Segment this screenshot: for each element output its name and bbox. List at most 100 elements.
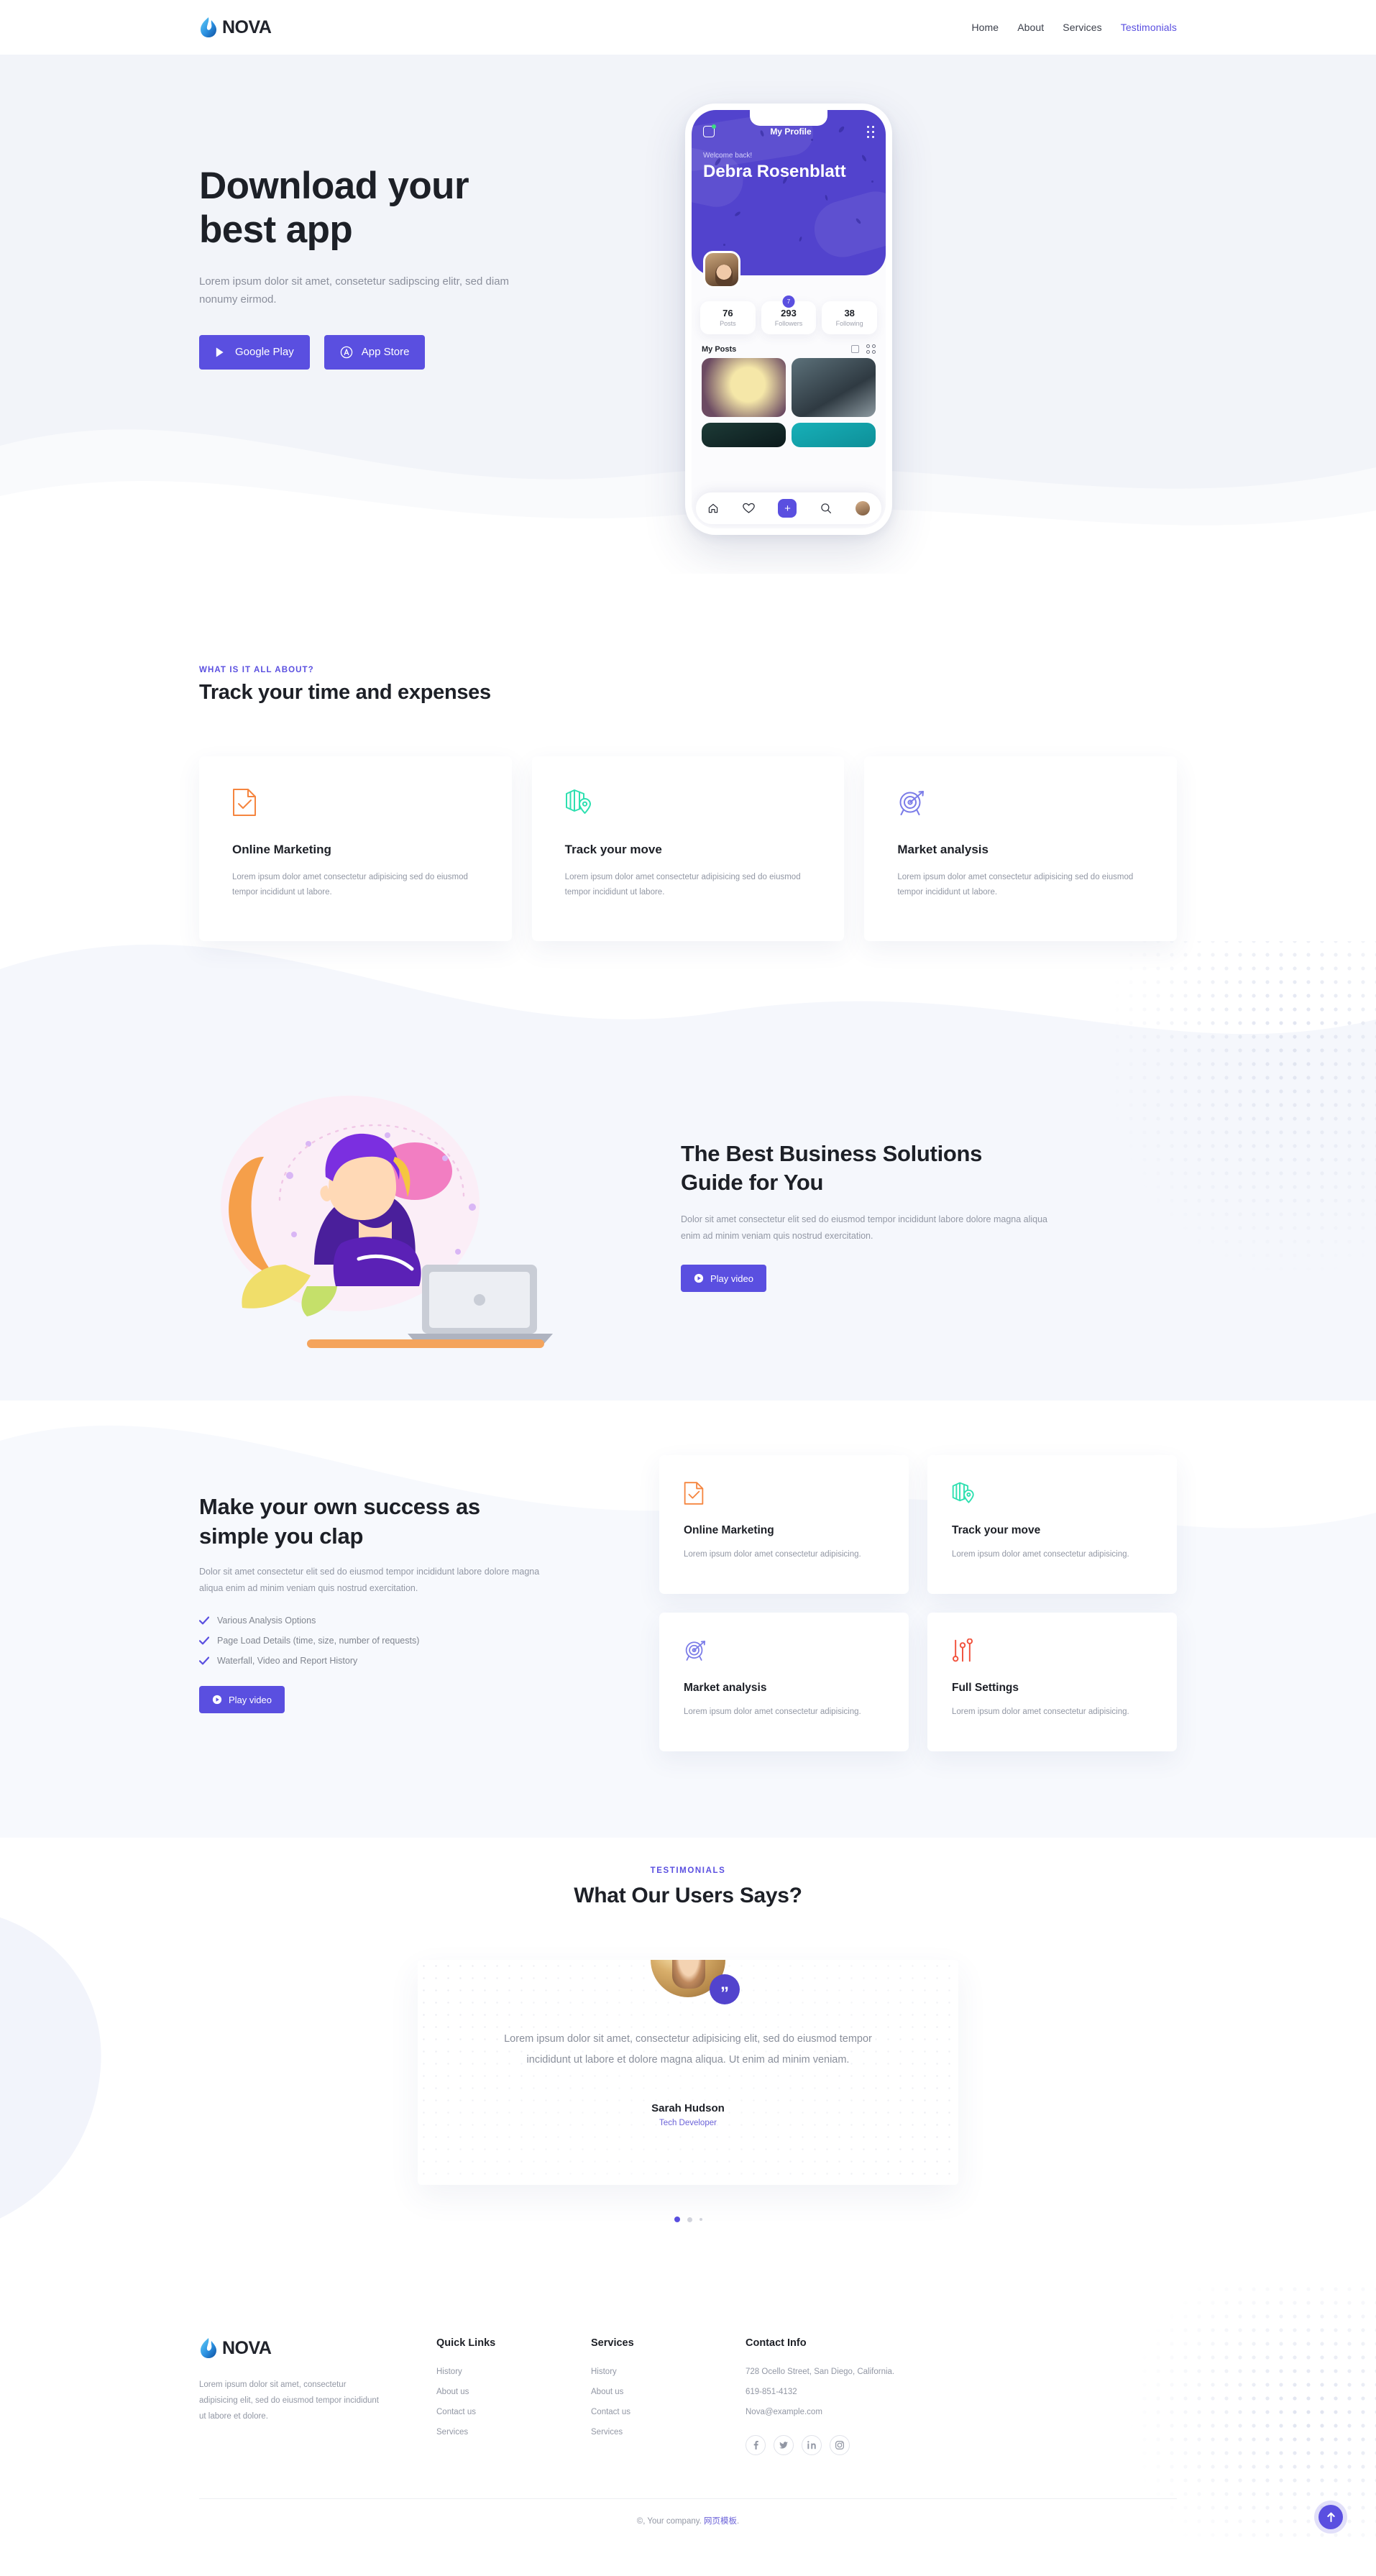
solutions-illustration — [199, 1049, 645, 1383]
about-card-track-your-move[interactable]: Track your move Lorem ipsum dolor amet c… — [531, 756, 845, 941]
plus-icon[interactable]: + — [778, 499, 797, 518]
search-icon[interactable] — [820, 503, 832, 514]
phone-photo-cockatiel[interactable] — [702, 358, 786, 417]
testimonials-section: TESTIMONIALS What Our Users Says? ” Lore… — [0, 1838, 1376, 2287]
brand-logo[interactable]: NOVA — [199, 17, 272, 38]
footer-service-services[interactable]: Services — [591, 2428, 746, 2437]
grid-view-icon[interactable] — [866, 344, 876, 354]
phone-user-avatar — [703, 251, 740, 288]
success-card-title: Online Marketing — [684, 1523, 774, 1536]
google-play-button[interactable]: Google Play — [199, 334, 310, 370]
phone-mockup: My Profile Welcome back! Debra Rosenblat… — [685, 104, 892, 535]
heart-icon[interactable] — [743, 503, 755, 514]
map-pin-icon-wrap — [565, 788, 812, 828]
success-cards: Online Marketing Lorem ipsum dolor amet … — [659, 1454, 1177, 1752]
phone-stat-posts-value: 76 — [723, 308, 733, 318]
carousel-dot-1-active[interactable] — [674, 2217, 680, 2223]
solutions-play-video-label: Play video — [710, 1273, 753, 1284]
footer-link-contact-us[interactable]: Contact us — [436, 2408, 591, 2416]
success-card-market-analysis[interactable]: Market analysis Lorem ipsum dolor amet c… — [659, 1612, 909, 1752]
target-arrow-icon — [685, 1640, 706, 1661]
testimonial-author-name: Sarah Hudson — [651, 2102, 725, 2115]
success-copy: Make your own success as simple you clap… — [199, 1493, 659, 1714]
scan-icon[interactable] — [703, 124, 716, 137]
about-card-text: Lorem ipsum dolor amet consectetur adipi… — [897, 873, 1134, 897]
footer-contact-address: 728 Ocello Street, San Diego, California… — [746, 2368, 895, 2377]
woman-with-laptop-illustration — [221, 1095, 553, 1348]
footer-brand-column: NOVA Lorem ipsum dolor sit amet, consect… — [199, 2337, 436, 2455]
about-card-market-analysis[interactable]: Market analysis Lorem ipsum dolor amet c… — [864, 756, 1178, 941]
success-play-video-button[interactable]: Play video — [199, 1686, 285, 1714]
nav-item-about[interactable]: About — [1017, 22, 1044, 33]
profile-avatar-icon[interactable] — [855, 501, 870, 515]
phone-stat-posts[interactable]: 76 Posts — [700, 301, 756, 334]
scroll-to-top-button[interactable] — [1318, 2505, 1343, 2530]
footer-link-services[interactable]: Services — [436, 2428, 591, 2437]
main-nav: Home About Services Testimonials — [971, 22, 1177, 33]
landing-page: NOVA Home About Services Testimonials Do… — [0, 0, 1376, 2546]
footer-quick-links-heading: Quick Links — [436, 2337, 496, 2350]
grid-dots-icon[interactable] — [866, 125, 874, 138]
map-pin-icon — [565, 789, 591, 814]
hero-copy: Download your best app Lorem ipsum dolor… — [199, 98, 645, 370]
about-card-text: Lorem ipsum dolor amet consectetur adipi… — [564, 873, 801, 897]
hero-section: Download your best app Lorem ipsum dolor… — [0, 55, 1376, 574]
facebook-icon[interactable] — [746, 2435, 766, 2456]
footer-contact-phone[interactable]: 619-851-4132 — [746, 2388, 894, 2396]
solutions-text: Dolor sit amet consectetur elit sed do e… — [681, 1214, 1048, 1242]
check-icon — [199, 1656, 209, 1665]
footer-brand-logo[interactable]: NOVA — [199, 2337, 436, 2359]
phone-stat-following-label: Following — [835, 320, 863, 327]
brand-name: NOVA — [222, 17, 272, 37]
success-check-item: Waterfall, Video and Report History — [199, 1656, 616, 1666]
linkedin-icon[interactable] — [802, 2435, 822, 2456]
play-circle-icon — [694, 1274, 704, 1283]
target-arrow-icon — [899, 791, 925, 815]
testimonials-eyebrow: TESTIMONIALS — [650, 1866, 726, 1876]
nav-item-testimonials[interactable]: Testimonials — [1121, 22, 1177, 33]
success-card-full-settings[interactable]: Full Settings Lorem ipsum dolor amet con… — [927, 1612, 1177, 1752]
phone-stat-following[interactable]: 38 Following — [822, 301, 878, 334]
nav-item-home[interactable]: Home — [971, 22, 999, 33]
google-play-label: Google Play — [235, 346, 294, 359]
footer-contact-email[interactable]: Nova@example.com — [746, 2408, 894, 2416]
footer-service-history[interactable]: History — [591, 2368, 746, 2376]
phone-stat-following-value: 38 — [844, 308, 855, 318]
copyright-link[interactable]: 网页模板 — [704, 2517, 737, 2526]
app-store-button[interactable]: App Store — [324, 334, 426, 370]
phone-photo-teal[interactable] — [792, 423, 876, 447]
phone-photo-dark[interactable] — [702, 423, 786, 447]
footer-services-column: Services History About us Contact us Ser… — [591, 2337, 746, 2455]
phone-photo-elephant[interactable] — [792, 358, 876, 417]
instagram-icon[interactable] — [830, 2435, 850, 2456]
google-play-icon — [215, 345, 226, 359]
success-title: Make your own success as simple you clap — [199, 1494, 480, 1549]
solutions-title: The Best Business Solutions Guide for Yo… — [681, 1140, 983, 1195]
solutions-section: The Best Business Solutions Guide for Yo… — [0, 940, 1376, 1412]
footer-link-history[interactable]: History — [436, 2368, 591, 2376]
footer-service-about-us[interactable]: About us — [591, 2388, 746, 2396]
nav-item-services[interactable]: Services — [1063, 22, 1101, 33]
solutions-copy: The Best Business Solutions Guide for Yo… — [645, 1140, 1177, 1293]
phone-user-name: Debra Rosenblatt — [703, 162, 846, 181]
hero-subtitle: Lorem ipsum dolor sit amet, consetetur s… — [199, 275, 510, 306]
carousel-dot-3[interactable] — [699, 2218, 702, 2222]
app-store-label: App Store — [361, 346, 410, 359]
twitter-icon[interactable] — [774, 2435, 794, 2456]
flame-droplet-logo-icon — [201, 2338, 216, 2359]
footer-link-about-us[interactable]: About us — [436, 2388, 591, 2396]
phone-screen-title: My Profile — [770, 127, 812, 137]
document-check-icon-wrap — [232, 788, 479, 828]
carousel-dot-2[interactable] — [687, 2217, 692, 2222]
footer-service-contact-us[interactable]: Contact us — [591, 2408, 746, 2416]
success-card-track-your-move[interactable]: Track your move Lorem ipsum dolor amet c… — [927, 1454, 1177, 1594]
footer-quick-links-column: Quick Links History About us Contact us … — [436, 2337, 591, 2455]
footer-copyright: ©, Your company. 网页模板. — [199, 2498, 1177, 2545]
single-column-view-icon[interactable] — [851, 345, 859, 353]
solutions-play-video-button[interactable]: Play video — [681, 1265, 766, 1293]
about-card-online-marketing[interactable]: Online Marketing Lorem ipsum dolor amet … — [199, 756, 512, 941]
sliders-icon — [952, 1638, 973, 1662]
home-icon[interactable] — [707, 503, 719, 514]
success-card-online-marketing[interactable]: Online Marketing Lorem ipsum dolor amet … — [659, 1454, 909, 1594]
success-card-text: Lorem ipsum dolor amet consectetur adipi… — [684, 1549, 861, 1559]
